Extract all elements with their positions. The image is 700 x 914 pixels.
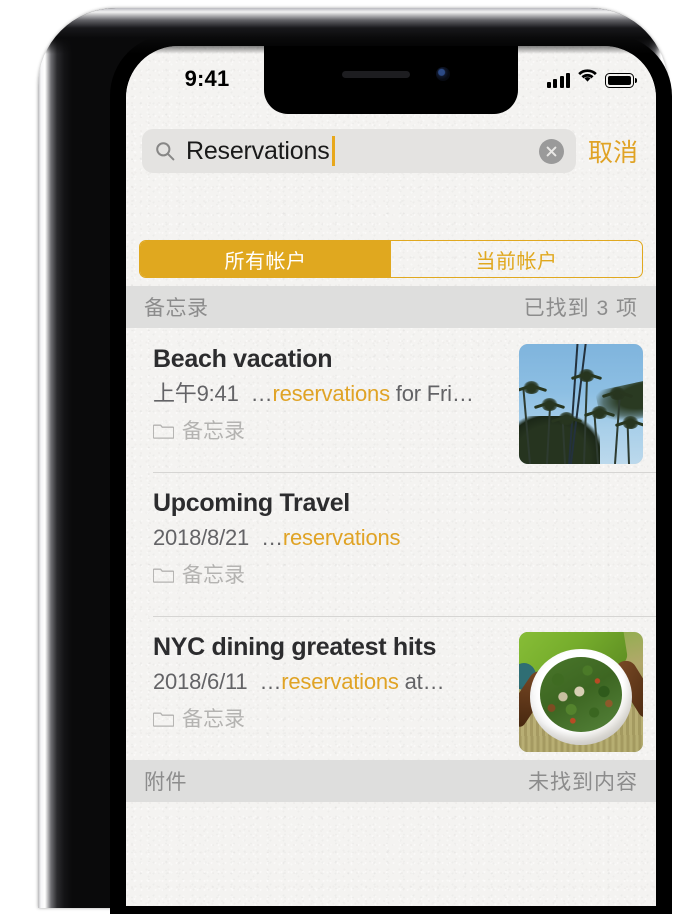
- note-thumbnail-palm-trees-photo: [519, 344, 643, 464]
- table-row[interactable]: Beach vacation 上午9:41 …reservations for F…: [126, 328, 656, 472]
- note-date: 2018/6/11: [153, 669, 248, 695]
- scope-segmented-control: 所有帐户 当前帐户: [139, 240, 643, 278]
- note-date: 2018/8/21: [153, 525, 250, 551]
- text-cursor: [331, 136, 335, 166]
- section-header-notes: 备忘录 已找到 3 项: [126, 286, 656, 328]
- note-snippet: 上午9:41 …reservations for Fri…: [153, 380, 507, 409]
- search-input-value: Reservations: [186, 136, 330, 165]
- note-row-content: Beach vacation 上午9:41 …reservations for F…: [152, 344, 519, 472]
- snippet-highlight: reservations: [282, 525, 401, 551]
- cellular-signal-icon: [546, 73, 570, 88]
- snippet-highlight: reservations: [281, 669, 399, 695]
- search-input[interactable]: Reservations: [142, 129, 576, 173]
- table-row[interactable]: Upcoming Travel 2018/8/21 …reservations 备…: [126, 472, 656, 616]
- segment-all-accounts[interactable]: 所有帐户: [140, 241, 391, 277]
- section-status: 已找到 3 项: [523, 297, 638, 320]
- note-snippet: 2018/6/11 …reservations at…: [153, 668, 507, 697]
- note-thumbnail-salad-bowl-photo: [519, 632, 643, 752]
- note-row-content: Upcoming Travel 2018/8/21 …reservations 备…: [152, 488, 519, 616]
- search-results-list[interactable]: 备忘录 已找到 3 项 Beach vacation 上午9:41 …reserv…: [126, 286, 656, 906]
- note-folder-label: 备忘录: [182, 563, 245, 587]
- snippet-prefix: …: [261, 525, 283, 551]
- search-bar-row: Reservations 取消: [126, 121, 656, 181]
- snippet-suffix: for Fri…: [389, 381, 474, 407]
- phone-device-frame: 9:41 Reservations 取消 所有帐户 当前帐户 备忘录 已找到 3…: [38, 8, 672, 914]
- note-title: Upcoming Travel: [153, 489, 350, 517]
- note-folder-label: 备忘录: [182, 707, 245, 731]
- note-row-content: NYC dining greatest hits 2018/6/11 …reser…: [152, 632, 519, 760]
- note-date: 上午9:41: [153, 381, 239, 407]
- section-header-attachments: 附件 未找到内容: [126, 760, 656, 802]
- folder-icon: [152, 709, 175, 728]
- front-camera-icon: [436, 67, 450, 81]
- search-icon: [155, 141, 175, 161]
- note-title: NYC dining greatest hits: [153, 633, 437, 661]
- search-text-wrapper: Reservations: [186, 136, 531, 166]
- cancel-button[interactable]: 取消: [586, 133, 640, 169]
- battery-icon: [605, 73, 637, 88]
- note-thumbnail-placeholder: [519, 488, 643, 608]
- phone-screen: 9:41 Reservations 取消 所有帐户 当前帐户 备忘录 已找到 3…: [126, 46, 656, 906]
- section-title: 备忘录: [144, 297, 209, 320]
- note-folder: 备忘录: [152, 559, 507, 589]
- snippet-suffix: at…: [398, 669, 445, 695]
- snippet-prefix: …: [250, 381, 273, 407]
- device-notch: [264, 46, 518, 114]
- folder-icon: [152, 421, 175, 440]
- note-folder-label: 备忘录: [182, 419, 245, 443]
- section-status: 未找到内容: [528, 771, 638, 794]
- wifi-icon: [577, 67, 598, 88]
- status-bar-time: 9:41: [184, 66, 230, 91]
- table-row[interactable]: NYC dining greatest hits 2018/6/11 …reser…: [126, 616, 656, 760]
- folder-icon: [152, 565, 175, 584]
- note-folder: 备忘录: [152, 415, 507, 445]
- status-bar-icons: [546, 67, 637, 88]
- note-title: Beach vacation: [153, 345, 333, 373]
- note-snippet: 2018/8/21 …reservations: [153, 524, 507, 553]
- earpiece-speaker: [342, 71, 410, 78]
- segment-current-account[interactable]: 当前帐户: [391, 241, 642, 277]
- section-title: 附件: [144, 771, 187, 794]
- clear-circle-icon[interactable]: [538, 138, 564, 164]
- snippet-highlight: reservations: [272, 381, 390, 407]
- note-folder: 备忘录: [152, 703, 507, 733]
- snippet-prefix: …: [259, 669, 282, 695]
